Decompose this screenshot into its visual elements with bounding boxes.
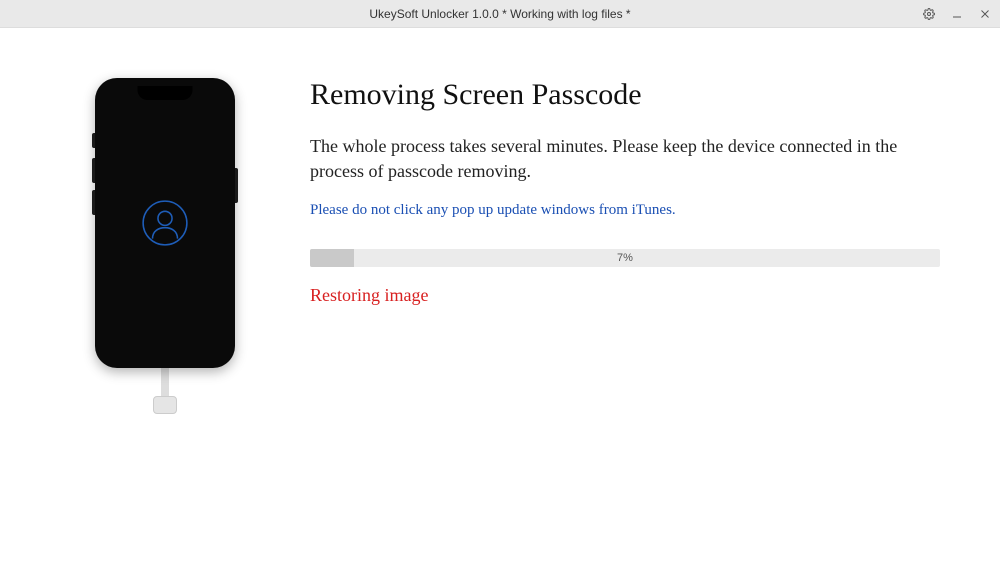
titlebar: UkeySoft Unlocker 1.0.0 * Working with l… <box>0 0 1000 28</box>
content-area: Removing Screen Passcode The whole proce… <box>0 28 1000 454</box>
description-text: The whole process takes several minutes.… <box>310 134 940 184</box>
progress-fill <box>310 249 354 267</box>
phone-connector <box>153 396 177 414</box>
phone-illustration <box>50 78 280 414</box>
progress-bar: 7% <box>310 249 940 267</box>
phone-device <box>95 78 235 368</box>
phone-cable <box>161 366 169 396</box>
progress-label: 7% <box>617 252 633 264</box>
warning-text: Please do not click any pop up update wi… <box>310 202 940 219</box>
window-title: UkeySoft Unlocker 1.0.0 * Working with l… <box>369 7 630 21</box>
page-heading: Removing Screen Passcode <box>310 78 940 112</box>
titlebar-controls <box>922 0 992 27</box>
main-panel: Removing Screen Passcode The whole proce… <box>280 78 960 414</box>
close-icon[interactable] <box>978 7 992 21</box>
gear-icon[interactable] <box>922 7 936 21</box>
minimize-icon[interactable] <box>950 7 964 21</box>
user-icon <box>140 198 190 248</box>
status-text: Restoring image <box>310 285 940 306</box>
